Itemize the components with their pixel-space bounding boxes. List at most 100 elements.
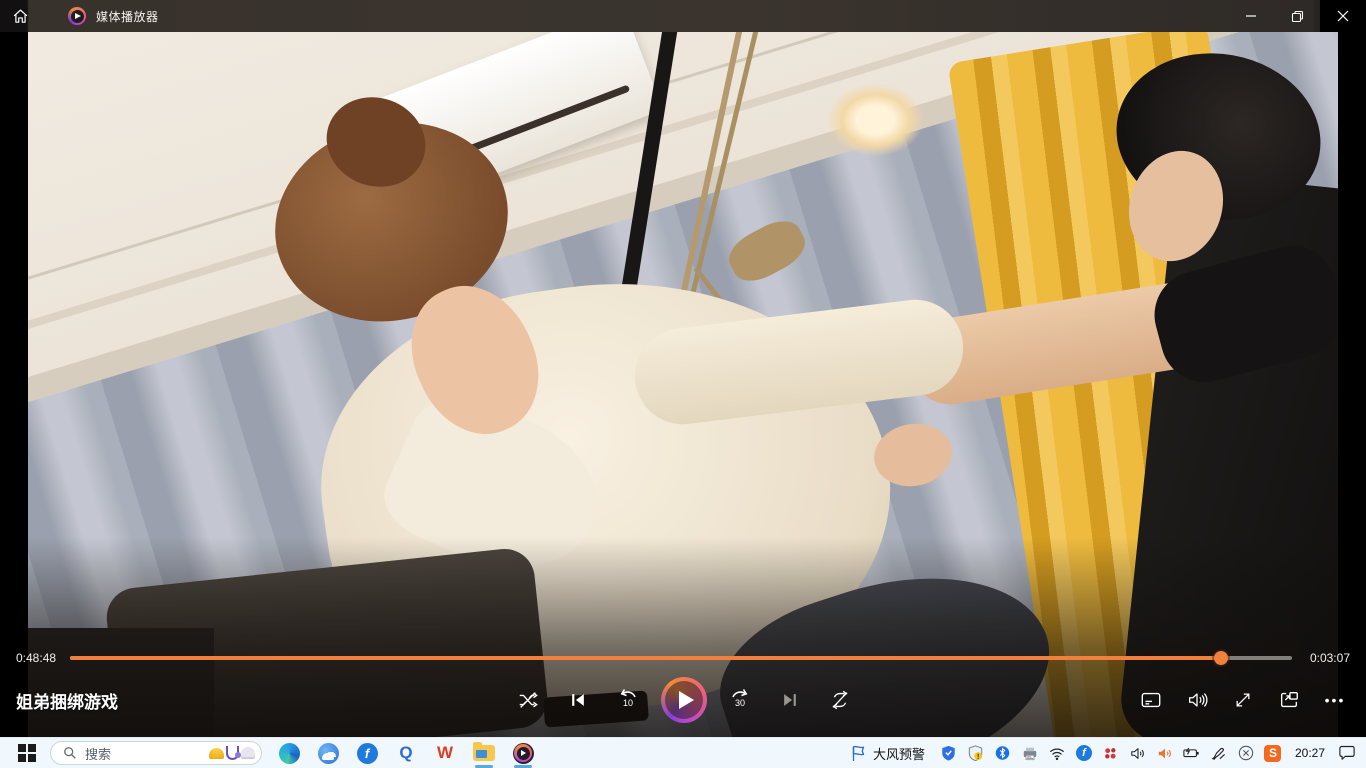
- restore-icon: [1291, 10, 1304, 23]
- repeat-off-icon: [829, 689, 851, 711]
- bluetooth-icon: [995, 745, 1010, 761]
- red-cluster-icon: [1103, 746, 1118, 761]
- notification-bubble-icon: [1338, 745, 1356, 761]
- video-frame[interactable]: [28, 32, 1338, 737]
- tray-speaker[interactable]: [1129, 744, 1147, 762]
- mini-player-button[interactable]: [1272, 683, 1306, 717]
- seek-thumb[interactable]: [1214, 651, 1228, 665]
- taskbar-app-cloud-browser[interactable]: [315, 739, 341, 767]
- playback-controls: 0:48:48 0:03:07 姐弟捆绑游戏: [0, 645, 1366, 737]
- search-highlight-icons: [209, 746, 255, 760]
- taskbar-app-search-tool[interactable]: Q: [393, 739, 419, 767]
- flash-tray-icon: f: [1076, 745, 1092, 761]
- hardhat-icon: [209, 748, 224, 759]
- shuffle-button[interactable]: [511, 683, 545, 717]
- wifi-icon: [1049, 746, 1065, 761]
- subtitles-button[interactable]: [1134, 683, 1168, 717]
- next-track-disabled-icon: [780, 690, 800, 710]
- file-explorer-icon: [473, 745, 495, 761]
- chefhat-icon: [241, 747, 255, 759]
- battery-charging-icon: [1183, 746, 1200, 760]
- play-icon: [679, 691, 694, 709]
- tray-defender-alert[interactable]: [967, 744, 985, 762]
- pen-icon: [1211, 746, 1226, 761]
- speaker-outline-icon: [1130, 746, 1146, 761]
- flash-icon: f: [357, 743, 378, 764]
- elapsed-time: 0:48:48: [16, 651, 60, 665]
- tray-bluetooth[interactable]: [994, 744, 1012, 762]
- media-player-icon: [513, 743, 534, 764]
- windows-logo-icon: [18, 744, 36, 762]
- forward-seconds-label: 30: [723, 698, 757, 708]
- flag-icon: [851, 745, 866, 762]
- minimize-icon: [1245, 10, 1257, 22]
- play-button[interactable]: [661, 677, 707, 723]
- taskbar-app-edge[interactable]: [276, 739, 302, 767]
- seek-bar[interactable]: [70, 656, 1292, 660]
- tray-printer[interactable]: [1021, 744, 1039, 762]
- widget-label: 大风预警: [873, 744, 925, 763]
- subtitles-icon: [1140, 689, 1162, 711]
- wps-icon: W: [437, 743, 453, 763]
- magnifier-q-icon: Q: [399, 743, 412, 763]
- previous-track-button[interactable]: [561, 683, 595, 717]
- rewind-seconds-label: 10: [611, 698, 645, 708]
- titlebar: 媒体播放器: [0, 0, 1366, 32]
- tray-security-shield[interactable]: [940, 744, 958, 762]
- taskbar-app-file-explorer[interactable]: [471, 739, 497, 767]
- loudspeaker-icon: [1157, 746, 1173, 761]
- taskbar-app-wps[interactable]: W: [432, 739, 458, 767]
- search-icon: [63, 746, 77, 760]
- shield-warning-icon: [968, 745, 983, 761]
- media-player-window: 媒体播放器: [0, 0, 1366, 768]
- fullscreen-button[interactable]: [1226, 683, 1260, 717]
- home-icon: [12, 8, 29, 25]
- seek-bar-filled: [70, 656, 1221, 660]
- repeat-button[interactable]: [823, 683, 857, 717]
- printer-icon: [1022, 746, 1038, 761]
- taskbar-app-flash[interactable]: f: [354, 739, 380, 767]
- restore-button[interactable]: [1274, 0, 1320, 32]
- player-stage: 0:48:48 0:03:07 姐弟捆绑游戏: [0, 32, 1366, 737]
- volume-button[interactable]: [1180, 683, 1214, 717]
- ceiling-light: [828, 84, 923, 156]
- edge-icon: [279, 743, 300, 764]
- tray-battery[interactable]: [1183, 744, 1201, 762]
- tray-loudspeaker[interactable]: [1156, 744, 1174, 762]
- next-track-button[interactable]: [773, 683, 807, 717]
- app-logo-icon: [68, 7, 86, 25]
- sogou-icon: S: [1264, 745, 1281, 762]
- previous-track-icon: [568, 690, 588, 710]
- search-box[interactable]: 搜索: [50, 741, 262, 765]
- tray-red-cluster[interactable]: [1102, 744, 1120, 762]
- notification-center-button[interactable]: [1338, 744, 1356, 762]
- circled-x-icon: [1238, 745, 1254, 761]
- fullscreen-icon: [1233, 690, 1253, 710]
- tray-sogou-input[interactable]: S: [1264, 744, 1282, 762]
- forward-30-button[interactable]: 30: [723, 683, 757, 717]
- start-button[interactable]: [10, 739, 44, 767]
- shield-icon: [941, 745, 956, 761]
- remaining-time: 0:03:07: [1302, 651, 1350, 665]
- media-title: 姐弟捆绑游戏: [16, 688, 511, 713]
- taskbar-clock[interactable]: 20:27: [1291, 746, 1329, 760]
- tray-pen-input[interactable]: [1210, 744, 1228, 762]
- rewind-10-button[interactable]: 10: [611, 683, 645, 717]
- mini-player-icon: [1278, 689, 1300, 711]
- minimize-button[interactable]: [1228, 0, 1274, 32]
- tray-flash[interactable]: f: [1075, 744, 1093, 762]
- shuffle-off-icon: [517, 689, 539, 711]
- window-title: 媒体播放器: [96, 8, 159, 25]
- tray-disconnected[interactable]: [1237, 744, 1255, 762]
- close-icon: [1337, 10, 1349, 22]
- weather-widget[interactable]: 大风预警: [845, 742, 931, 765]
- taskbar: 搜索 f Q W: [0, 737, 1366, 768]
- close-button[interactable]: [1320, 0, 1366, 32]
- taskbar-app-media-player[interactable]: [510, 739, 536, 767]
- volume-icon: [1186, 689, 1208, 711]
- home-button[interactable]: [0, 0, 40, 32]
- more-options-button[interactable]: •••: [1318, 683, 1352, 717]
- search-placeholder: 搜索: [85, 744, 201, 763]
- tray-network-signal[interactable]: [1048, 744, 1066, 762]
- stethoscope-icon: [226, 746, 239, 760]
